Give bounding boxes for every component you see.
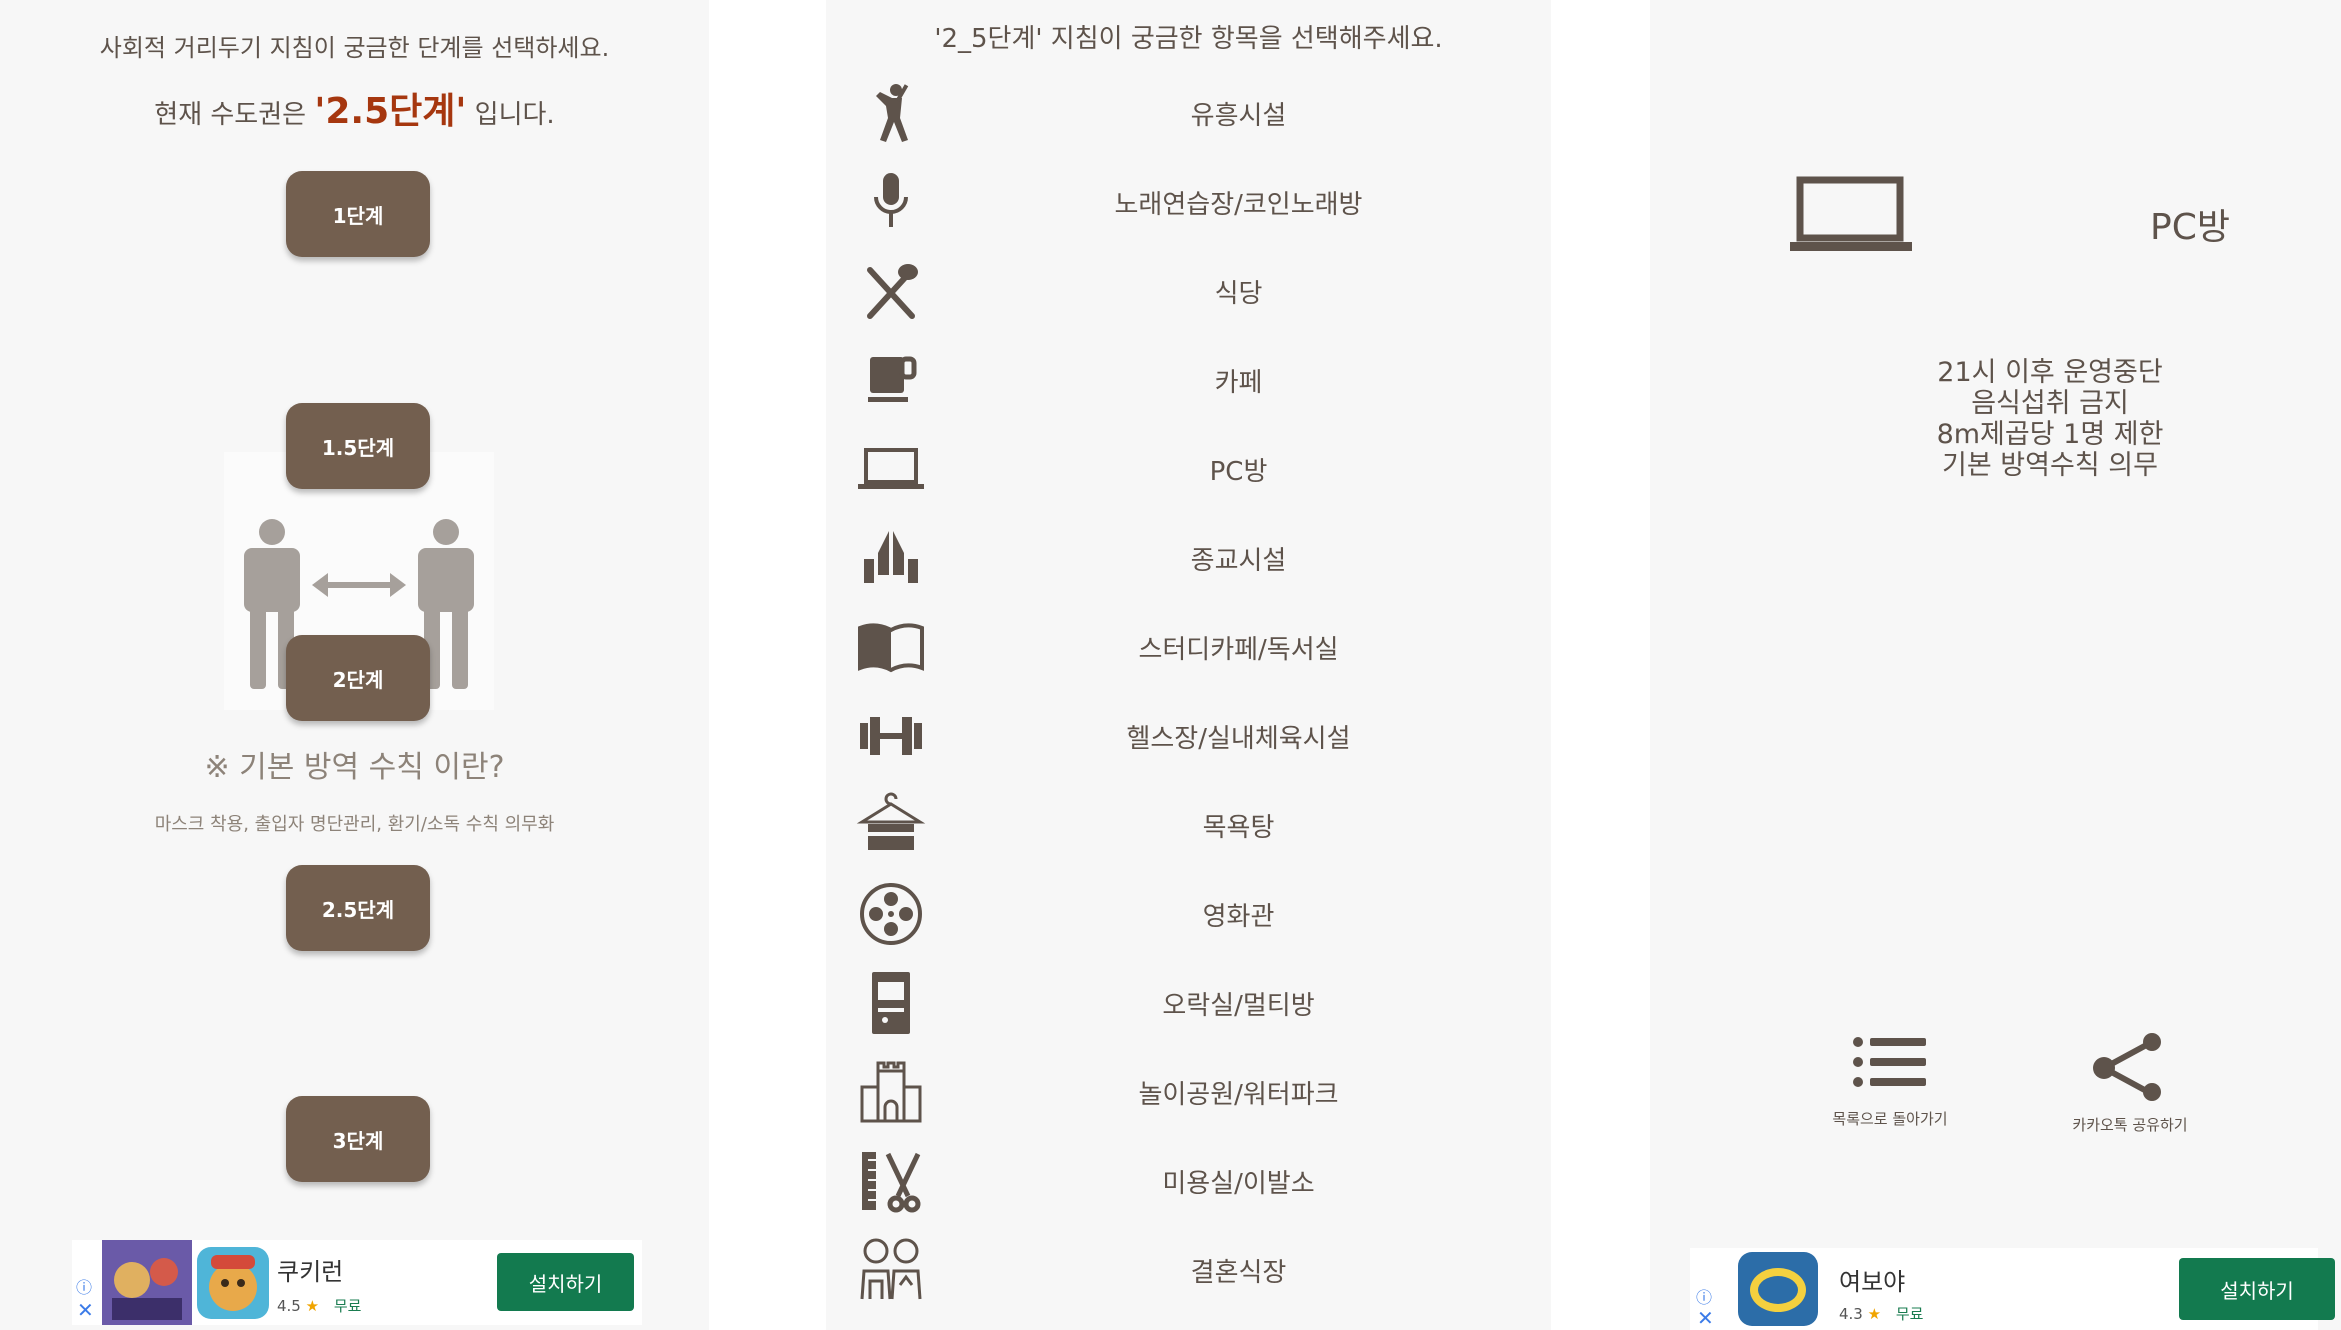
category-item-cafe[interactable]: 카페 bbox=[826, 335, 1551, 425]
ad-app-meta: 4.3 ★ 무료 bbox=[1839, 1303, 1923, 1324]
couple-icon bbox=[860, 1238, 922, 1300]
category-label: 놀이공원/워터파크 bbox=[1138, 1079, 1339, 1110]
coffee-cup-icon bbox=[868, 356, 917, 402]
category-label: 헬스장/실내체육시설 bbox=[1126, 723, 1351, 754]
ad-close-icon[interactable]: ✕ bbox=[77, 1298, 94, 1322]
stage-3-button[interactable]: 3단계 bbox=[286, 1096, 430, 1182]
stage-select-title: 사회적 거리두기 지침이 궁금한 단계를 선택하세요. bbox=[99, 34, 610, 62]
category-item-wedding-hall[interactable]: 결혼식장 bbox=[826, 1225, 1551, 1315]
game-art-icon bbox=[102, 1240, 192, 1325]
share-icon bbox=[2093, 1033, 2161, 1101]
rule-line: 음식섭취 금지 bbox=[1971, 388, 2129, 419]
film-reel-icon bbox=[860, 883, 922, 945]
category-item-cinema[interactable]: 영화관 bbox=[826, 869, 1551, 959]
category-label: 식당 bbox=[1214, 278, 1263, 309]
basic-rules-description: 마스크 착용, 출입자 명단관리, 환기/소독 수칙 의무화 bbox=[154, 814, 555, 835]
rule-line: 기본 방역수칙 의무 bbox=[1942, 450, 2158, 481]
star-icon: ★ bbox=[305, 1297, 320, 1315]
arcade-icon bbox=[872, 972, 910, 1034]
stage-1-button[interactable]: 1단계 bbox=[286, 171, 430, 257]
category-item-hair-salon[interactable]: 미용실/이발소 bbox=[826, 1136, 1551, 1226]
category-item-entertainment[interactable]: 유흥시설 bbox=[826, 68, 1551, 158]
back-to-list-button[interactable]: 목록으로 돌아가기 bbox=[1800, 1032, 1980, 1129]
ad-rating: 4.5 bbox=[277, 1297, 301, 1315]
category-item-karaoke[interactable]: 노래연습장/코인노래방 bbox=[826, 157, 1551, 247]
category-label: 유흥시설 bbox=[1190, 100, 1287, 131]
ad-banner[interactable]: 여보야 4.3 ★ 무료 설치하기 ⓘ ✕ bbox=[1690, 1248, 2335, 1330]
ad-app-title: 여보야 bbox=[1839, 1268, 1906, 1296]
guideline-rules: 21시 이후 운영중단 음식섭취 금지 8m제곱당 1명 제한 기본 방역수칙 … bbox=[1850, 357, 2250, 481]
stage-2-button[interactable]: 2단계 bbox=[286, 635, 430, 721]
ad-install-button[interactable]: 설치하기 bbox=[2179, 1258, 2335, 1320]
category-select-title: '2_5단계' 지침이 궁금한 항목을 선택해주세요. bbox=[934, 24, 1443, 54]
facility-title: PC방 bbox=[2150, 207, 2230, 248]
category-label: 카페 bbox=[1214, 367, 1263, 398]
castle-icon bbox=[860, 1061, 922, 1123]
category-label: 종교시설 bbox=[1190, 545, 1287, 576]
category-item-gym[interactable]: 헬스장/실내체육시설 bbox=[826, 691, 1551, 781]
book-icon bbox=[858, 623, 924, 673]
microphone-icon bbox=[874, 173, 908, 227]
category-item-amusement-park[interactable]: 놀이공원/워터파크 bbox=[826, 1047, 1551, 1137]
ad-rating: 4.3 bbox=[1839, 1305, 1863, 1323]
ad-install-button[interactable]: 설치하기 bbox=[497, 1253, 634, 1311]
ad-app-meta: 4.5 ★ 무료 bbox=[277, 1295, 361, 1316]
guideline-detail-screen: PC방 21시 이후 운영중단 음식섭취 금지 8m제곱당 1명 제한 기본 방… bbox=[1650, 0, 2341, 1330]
star-icon: ★ bbox=[1867, 1305, 1882, 1323]
category-item-pc-room[interactable]: PC방 bbox=[826, 424, 1551, 514]
cookie-run-app-icon bbox=[197, 1247, 269, 1319]
ad-price: 무료 bbox=[1895, 1305, 1924, 1323]
stage-2-5-button[interactable]: 2.5단계 bbox=[286, 865, 430, 951]
yeoboya-app-icon bbox=[1738, 1252, 1818, 1326]
utensils-icon bbox=[867, 264, 918, 319]
kakaotalk-share-label: 카카오톡 공유하기 bbox=[2072, 1116, 2188, 1134]
praying-hands-icon bbox=[864, 531, 918, 583]
current-prefix: 현재 수도권은 bbox=[154, 100, 307, 130]
category-select-screen: '2_5단계' 지침이 궁금한 항목을 선택해주세요. 유흥시설 노래연습장/코… bbox=[826, 0, 1551, 1330]
scissors-comb-icon bbox=[862, 1152, 921, 1213]
kakaotalk-share-button[interactable]: 카카오톡 공유하기 bbox=[2040, 1032, 2220, 1135]
ad-app-title: 쿠키런 bbox=[277, 1258, 344, 1286]
stage-1-5-button[interactable]: 1.5단계 bbox=[286, 403, 430, 489]
category-label: 미용실/이발소 bbox=[1162, 1168, 1315, 1199]
laptop-icon bbox=[858, 448, 924, 489]
dancer-icon bbox=[876, 84, 909, 142]
category-label: 목욕탕 bbox=[1202, 812, 1275, 843]
category-item-bathhouse[interactable]: 목욕탕 bbox=[826, 780, 1551, 870]
basic-rules-question: ※ 기본 방역 수칙 이란? bbox=[204, 750, 505, 785]
dumbbell-icon bbox=[860, 717, 922, 755]
category-item-restaurant[interactable]: 식당 bbox=[826, 246, 1551, 336]
ad-close-icon[interactable]: ✕ bbox=[1697, 1306, 1714, 1330]
rule-line: 8m제곱당 1명 제한 bbox=[1936, 419, 2164, 450]
towel-hanger-icon bbox=[856, 792, 926, 850]
category-label: 오락실/멀티방 bbox=[1162, 990, 1315, 1021]
current-level-highlight: '2.5단계' bbox=[314, 91, 467, 132]
list-icon bbox=[1853, 1037, 1926, 1087]
category-item-arcade[interactable]: 오락실/멀티방 bbox=[826, 958, 1551, 1048]
back-to-list-label: 목록으로 돌아가기 bbox=[1832, 1110, 1948, 1128]
current-suffix: 입니다. bbox=[474, 100, 555, 130]
laptop-icon bbox=[1790, 176, 1912, 251]
ad-price: 무료 bbox=[333, 1297, 362, 1315]
ad-banner[interactable]: 쿠키런 4.5 ★ 무료 설치하기 ⓘ ✕ bbox=[72, 1240, 642, 1325]
stage-select-screen: 사회적 거리두기 지침이 궁금한 단계를 선택하세요. 현재 수도권은 '2.5… bbox=[0, 0, 709, 1330]
ad-info-icon[interactable]: ⓘ bbox=[1696, 1284, 1712, 1308]
category-label: PC방 bbox=[1209, 456, 1268, 487]
category-label: 스터디카페/독서실 bbox=[1138, 634, 1339, 665]
category-label: 결혼식장 bbox=[1190, 1257, 1287, 1288]
ad-info-icon[interactable]: ⓘ bbox=[76, 1274, 92, 1298]
category-item-study-cafe[interactable]: 스터디카페/독서실 bbox=[826, 602, 1551, 692]
category-label: 영화관 bbox=[1202, 901, 1275, 932]
category-item-religious[interactable]: 종교시설 bbox=[826, 513, 1551, 603]
rule-line: 21시 이후 운영중단 bbox=[1937, 357, 2163, 388]
current-level-text: 현재 수도권은 '2.5단계' 입니다. bbox=[0, 82, 709, 134]
category-label: 노래연습장/코인노래방 bbox=[1114, 189, 1363, 220]
